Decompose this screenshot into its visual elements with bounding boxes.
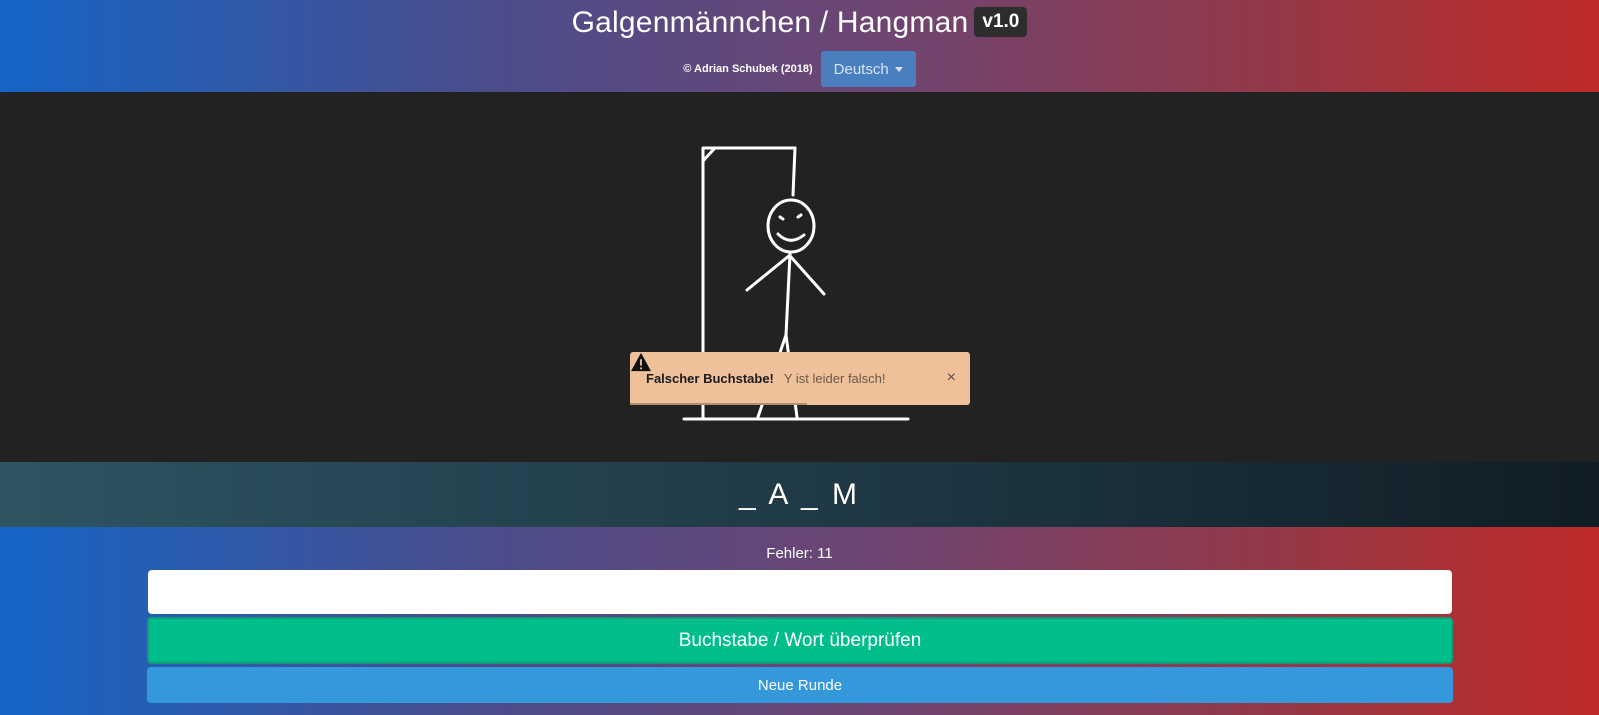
word-display: _ A _ M [738, 477, 861, 511]
title-row: Galgenmännchen / Hangman v1.0 [0, 6, 1599, 40]
subtitle-row: © Adrian Schubek (2018) Deutsch [0, 51, 1599, 87]
gallows-rope [791, 146, 797, 197]
chevron-down-icon [894, 66, 903, 72]
word-bar: _ A _ M [0, 462, 1599, 527]
hangman-left-eye [778, 215, 785, 221]
alert-title: Falscher Buchstabe! [646, 371, 774, 386]
copyright-text: © Adrian Schubek (2018) [683, 63, 813, 75]
check-button[interactable]: Buchstabe / Wort überprüfen [147, 617, 1453, 664]
page-title: Galgenmännchen / Hangman [571, 6, 969, 39]
hangman-head [766, 198, 816, 254]
close-icon[interactable]: × [947, 368, 956, 388]
guess-input[interactable] [148, 570, 1452, 614]
hangman-right-eye [796, 213, 803, 219]
controls-panel: Fehler: 11 Buchstabe / Wort überprüfen N… [0, 527, 1599, 715]
warning-icon [631, 352, 651, 372]
hangman-right-arm [789, 255, 826, 296]
hangman-drawing [682, 146, 910, 421]
error-counter: Fehler: 11 [766, 545, 833, 562]
wrong-letter-alert: Falscher Buchstabe! Y ist leider falsch!… [630, 352, 970, 405]
hangman-mouth [776, 232, 806, 242]
version-badge: v1.0 [974, 7, 1028, 37]
hangman-stage: Falscher Buchstabe! Y ist leider falsch!… [0, 92, 1599, 462]
hangman-body [784, 252, 792, 337]
alert-timer-bar [630, 403, 807, 405]
header: Galgenmännchen / Hangman v1.0 © Adrian S… [0, 0, 1599, 92]
hangman-left-arm [745, 253, 792, 292]
language-dropdown[interactable]: Deutsch [820, 51, 916, 87]
gallows-brace [701, 147, 716, 163]
new-round-button[interactable]: Neue Runde [147, 667, 1453, 703]
language-dropdown-label: Deutsch [833, 60, 889, 78]
alert-message: Y ist leider falsch! [783, 371, 886, 386]
